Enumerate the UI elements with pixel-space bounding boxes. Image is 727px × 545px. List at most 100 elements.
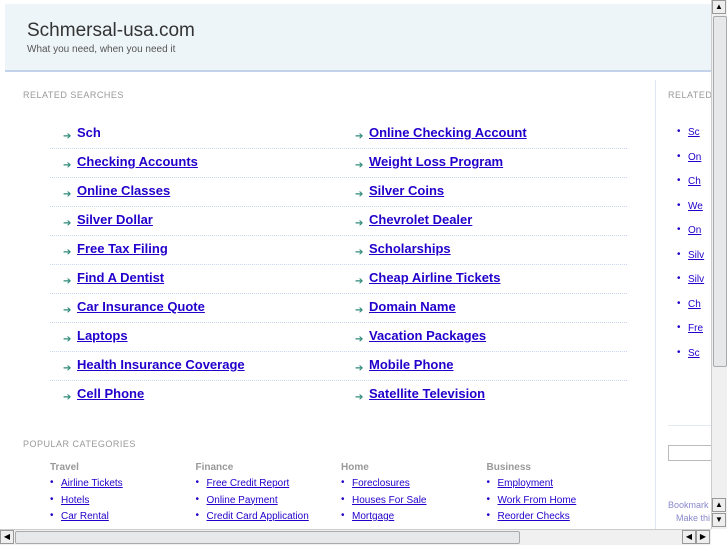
arrow-icon: ➔ <box>355 160 364 171</box>
arrow-icon: ➔ <box>63 247 72 258</box>
sidebar-link[interactable]: Ch <box>688 176 701 187</box>
sidebar-label: RELATED <box>668 90 713 100</box>
category-link[interactable]: Airline Tickets <box>61 478 123 489</box>
bullet-icon: • <box>677 248 681 260</box>
search-link[interactable]: Online Classes <box>77 183 170 198</box>
search-link[interactable]: Laptops <box>77 328 128 343</box>
make-homepage-link[interactable]: Make thi <box>676 513 710 523</box>
bullet-icon: • <box>486 477 491 488</box>
search-link[interactable]: Find A Dentist <box>77 270 164 285</box>
search-link[interactable]: Cheap Airline Tickets <box>369 270 501 285</box>
category-link[interactable]: Hotels <box>61 495 89 506</box>
bullet-icon: • <box>50 493 54 505</box>
search-link[interactable]: Cell Phone <box>77 386 144 401</box>
search-link[interactable]: Weight Loss Program <box>369 154 503 169</box>
scroll-down-icon[interactable]: ▼ <box>712 513 726 527</box>
sidebar-item: • Sc <box>677 347 700 359</box>
scroll-left-icon[interactable]: ◀ <box>0 530 14 544</box>
category-title: Home <box>341 462 369 473</box>
arrow-icon: ➔ <box>355 189 364 200</box>
category-item: • Work From Home <box>486 493 627 512</box>
search-link[interactable]: Silver Coins <box>369 183 444 198</box>
arrow-icon: ➔ <box>63 218 72 229</box>
row-separator <box>50 148 627 149</box>
category-link[interactable]: Foreclosures <box>352 478 410 489</box>
scroll-up-icon[interactable]: ▲ <box>712 0 726 14</box>
arrow-icon: ➔ <box>63 305 72 316</box>
sidebar-link[interactable]: On <box>688 152 701 163</box>
sidebar-link[interactable]: Sc <box>688 127 700 138</box>
sidebar-link[interactable]: On <box>688 225 701 236</box>
sidebar-link[interactable]: Ch <box>688 299 701 310</box>
sidebar-item: • Silv <box>677 249 704 261</box>
search-item: ➔ Sch <box>63 125 353 154</box>
bookmark-link[interactable]: Bookmark <box>668 500 709 510</box>
bullet-icon: • <box>195 477 200 488</box>
sidebar-link[interactable]: Sc <box>688 348 700 359</box>
sidebar-link[interactable]: Silv <box>688 274 704 285</box>
search-item: ➔ Cheap Airline Tickets <box>355 270 645 299</box>
row-separator <box>50 322 627 323</box>
row-separator <box>50 380 627 381</box>
popular-categories-label: POPULAR CATEGORIES <box>23 439 136 449</box>
vertical-scroll-thumb[interactable] <box>713 16 727 367</box>
search-item: ➔ Chevrolet Dealer <box>355 212 645 241</box>
category-link[interactable]: Employment <box>498 478 554 489</box>
scroll-up-icon[interactable]: ▲ <box>712 498 726 512</box>
vertical-scrollbar[interactable]: ▲ ▲ ▼ <box>711 0 727 529</box>
search-link[interactable]: Scholarships <box>369 241 451 256</box>
search-link[interactable]: Domain Name <box>369 299 456 314</box>
search-link[interactable]: Checking Accounts <box>77 154 198 169</box>
search-link[interactable]: Health Insurance Coverage <box>77 357 245 372</box>
search-link[interactable]: Chevrolet Dealer <box>369 212 472 227</box>
search-item: ➔ Silver Dollar <box>63 212 353 241</box>
search-link[interactable]: Car Insurance Quote <box>77 299 205 314</box>
category-item: • Free Credit Report <box>195 477 336 495</box>
search-item: ➔ Scholarships <box>355 241 645 270</box>
search-link[interactable]: Free Tax Filing <box>77 241 168 256</box>
category-item: • Hotels <box>50 493 190 512</box>
category-item: • Airline Tickets <box>50 477 190 495</box>
sidebar-divider <box>668 425 711 426</box>
bullet-icon: • <box>486 510 491 521</box>
search-item: ➔ Mobile Phone <box>355 357 645 386</box>
sidebar-link[interactable]: Silv <box>688 250 704 261</box>
category-link[interactable]: Work From Home <box>498 495 577 506</box>
search-item: ➔ Cell Phone <box>63 386 353 415</box>
search-item: ➔ Online Classes <box>63 183 353 212</box>
bullet-icon: • <box>486 493 491 505</box>
bullet-icon: • <box>341 477 345 488</box>
scroll-right-icon[interactable]: ▶ <box>696 530 710 544</box>
row-separator <box>50 177 627 178</box>
bullet-icon: • <box>677 297 681 309</box>
search-item: ➔ Car Insurance Quote <box>63 299 353 328</box>
category-column: Finance • Free Credit Report • Online Paymen… <box>196 462 336 528</box>
category-link[interactable]: Free Credit Report <box>207 478 290 489</box>
search-link[interactable]: Vacation Packages <box>369 328 486 343</box>
category-link[interactable]: Reorder Checks <box>498 511 570 522</box>
search-link[interactable]: Sch <box>77 125 101 140</box>
sidebar-link[interactable]: We <box>688 201 703 212</box>
row-separator <box>50 293 627 294</box>
search-link[interactable]: Satellite Television <box>369 386 485 401</box>
column-divider <box>655 80 656 529</box>
category-link[interactable]: Mortgage <box>352 511 394 522</box>
search-link[interactable]: Silver Dollar <box>77 212 153 227</box>
category-item: • Employment <box>486 477 627 495</box>
category-link[interactable]: Car Rental <box>61 511 109 522</box>
related-searches-label: RELATED SEARCHES <box>23 90 124 100</box>
row-separator <box>50 351 627 352</box>
sidebar-link[interactable]: Fre <box>688 323 703 334</box>
row-separator <box>50 264 627 265</box>
category-link[interactable]: Houses For Sale <box>352 495 426 506</box>
category-link[interactable]: Credit Card Application <box>207 511 309 522</box>
horizontal-scroll-thumb[interactable] <box>15 531 520 544</box>
bullet-icon: • <box>677 224 681 235</box>
search-link[interactable]: Mobile Phone <box>369 357 454 372</box>
category-link[interactable]: Online Payment <box>207 495 278 506</box>
scroll-left-icon[interactable]: ◀ <box>682 530 696 544</box>
horizontal-scrollbar[interactable]: ◀ ◀ ▶ <box>0 529 711 545</box>
bullet-icon: • <box>50 477 54 488</box>
search-link[interactable]: Online Checking Account <box>369 125 527 140</box>
category-title: Travel <box>50 462 79 473</box>
